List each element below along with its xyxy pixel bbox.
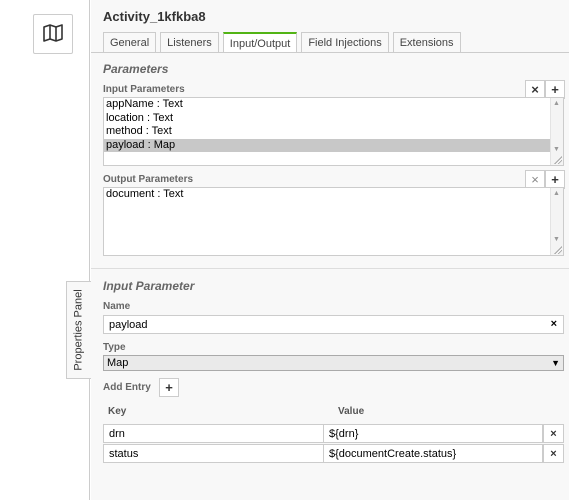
tab-general[interactable]: General <box>103 32 157 52</box>
name-field-value: payload <box>109 318 148 331</box>
name-field[interactable]: payload × <box>103 315 564 334</box>
scroll-down-icon[interactable]: ▼ <box>553 236 560 243</box>
diagram-canvas[interactable]: Properties Panel <box>0 0 91 500</box>
element-title: Activity_1kfkba8 <box>103 9 206 24</box>
add-entry-label: Add Entry <box>103 382 151 393</box>
list-item-selected[interactable]: payload : Map <box>104 138 563 152</box>
input-parameter-group-title: Input Parameter <box>103 279 195 293</box>
value-column-header: Value <box>338 406 365 417</box>
output-parameters-list[interactable]: document : Text ▲ ▼ <box>103 187 564 256</box>
output-parameters-label: Output Parameters <box>103 174 194 185</box>
tab-bar: General Listeners Input/Output Field Inj… <box>103 32 461 53</box>
scroll-up-icon[interactable]: ▲ <box>553 100 560 107</box>
remove-entry-button[interactable]: × <box>543 424 564 443</box>
add-entry-button[interactable]: + <box>159 378 179 397</box>
list-item[interactable]: method : Text <box>104 125 563 139</box>
parameters-group-title: Parameters <box>103 62 169 76</box>
chevron-down-icon: ▼ <box>551 358 560 368</box>
tab-field-injections[interactable]: Field Injections <box>301 32 389 52</box>
name-label: Name <box>103 301 131 312</box>
tab-input-output[interactable]: Input/Output <box>222 32 298 53</box>
properties-panel-label: Properties Panel <box>73 289 86 371</box>
type-label: Type <box>103 342 126 353</box>
list-item[interactable]: document : Text <box>104 188 563 202</box>
key-column-header: Key <box>108 406 127 417</box>
tab-listeners[interactable]: Listeners <box>160 32 219 52</box>
scroll-up-icon[interactable]: ▲ <box>553 190 560 197</box>
list-item[interactable]: appName : Text <box>104 98 563 112</box>
map-icon <box>43 23 63 45</box>
input-parameters-list[interactable]: appName : Text location : Text method : … <box>103 97 564 166</box>
properties-panel-toggle[interactable]: Properties Panel <box>66 281 91 379</box>
resize-grip-icon[interactable] <box>553 245 562 254</box>
list-item[interactable]: location : Text <box>104 112 563 126</box>
minimap-toggle-button[interactable] <box>33 14 73 54</box>
scroll-down-icon[interactable]: ▼ <box>553 146 560 153</box>
entry-key-field[interactable]: drn <box>103 424 324 443</box>
entry-key-field[interactable]: status <box>103 444 324 463</box>
resize-grip-icon[interactable] <box>553 155 562 164</box>
entry-value-field[interactable]: ${documentCreate.status} <box>323 444 543 463</box>
tab-divider <box>91 52 569 53</box>
type-select[interactable]: Map ▼ <box>103 355 564 371</box>
type-select-value: Map <box>107 357 129 369</box>
clear-name-button[interactable]: × <box>551 318 557 330</box>
remove-entry-button[interactable]: × <box>543 444 564 463</box>
properties-panel: Activity_1kfkba8 General Listeners Input… <box>91 0 569 500</box>
input-parameters-label: Input Parameters <box>103 84 185 95</box>
tab-extensions[interactable]: Extensions <box>392 32 461 52</box>
entry-value-field[interactable]: ${drn} <box>323 424 543 443</box>
section-divider <box>91 268 569 269</box>
